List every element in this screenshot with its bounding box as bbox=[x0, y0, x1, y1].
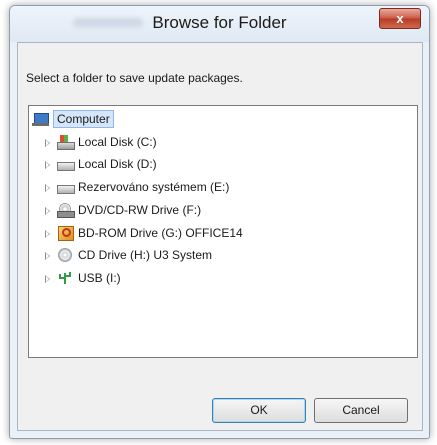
expand-arrow-icon[interactable] bbox=[43, 251, 52, 260]
dvd-drive-icon bbox=[57, 203, 75, 218]
tree-item-label: USB (I:) bbox=[78, 271, 121, 285]
usb-icon bbox=[57, 271, 73, 285]
tree-item-label: Rezervováno systémem (E:) bbox=[78, 180, 230, 194]
dialog-title: Browse for Folder bbox=[152, 13, 287, 32]
expand-arrow-icon[interactable] bbox=[43, 160, 52, 169]
browse-for-folder-dialog: Browse for Folder x Select a folder to s… bbox=[9, 5, 430, 439]
tree-item-label: DVD/CD-RW Drive (F:) bbox=[78, 203, 202, 217]
windows-drive-icon bbox=[57, 135, 75, 150]
tree-item-label: Local Disk (C:) bbox=[78, 135, 157, 149]
folder-tree[interactable]: Computer Local Disk (C:) Local Disk (D:)… bbox=[28, 105, 418, 358]
tree-item-local-disk-d[interactable]: Local Disk (D:) bbox=[43, 154, 157, 174]
expand-arrow-icon[interactable] bbox=[43, 229, 52, 238]
tree-item-usb-i[interactable]: USB (I:) bbox=[43, 268, 121, 288]
hard-disk-icon bbox=[57, 180, 75, 194]
title-bar: Browse for Folder x bbox=[10, 6, 429, 42]
tree-item-computer[interactable]: Computer bbox=[32, 109, 114, 129]
tree-item-label: Local Disk (D:) bbox=[78, 157, 157, 171]
tree-item-cd-drive-h[interactable]: CD Drive (H:) U3 System bbox=[43, 245, 212, 265]
expand-arrow-icon[interactable] bbox=[43, 138, 52, 147]
instruction-text: Select a folder to save update packages. bbox=[26, 71, 243, 85]
close-button[interactable]: x bbox=[379, 8, 421, 29]
tree-item-label: Computer bbox=[53, 110, 114, 128]
cancel-button[interactable]: Cancel bbox=[314, 398, 408, 423]
cd-drive-icon bbox=[57, 248, 73, 262]
expand-arrow-icon[interactable] bbox=[43, 183, 52, 192]
tree-item-dvd-cd-rw-drive-f[interactable]: DVD/CD-RW Drive (F:) bbox=[43, 200, 201, 220]
expand-arrow-icon[interactable] bbox=[43, 206, 52, 215]
hard-disk-icon bbox=[57, 157, 75, 171]
expand-arrow-icon[interactable] bbox=[43, 274, 52, 283]
computer-icon bbox=[32, 112, 50, 126]
tree-item-bd-rom-drive-g[interactable]: BD-ROM Drive (G:) OFFICE14 bbox=[43, 223, 243, 243]
tree-item-label: BD-ROM Drive (G:) OFFICE14 bbox=[78, 226, 243, 240]
tree-item-label: CD Drive (H:) U3 System bbox=[78, 248, 213, 262]
bd-rom-icon bbox=[57, 226, 74, 241]
dialog-body: Select a folder to save update packages.… bbox=[17, 42, 423, 431]
tree-item-local-disk-c[interactable]: Local Disk (C:) bbox=[43, 132, 157, 152]
ok-button[interactable]: OK bbox=[212, 398, 306, 423]
tree-item-rezervovano-systemem-e[interactable]: Rezervováno systémem (E:) bbox=[43, 177, 229, 197]
